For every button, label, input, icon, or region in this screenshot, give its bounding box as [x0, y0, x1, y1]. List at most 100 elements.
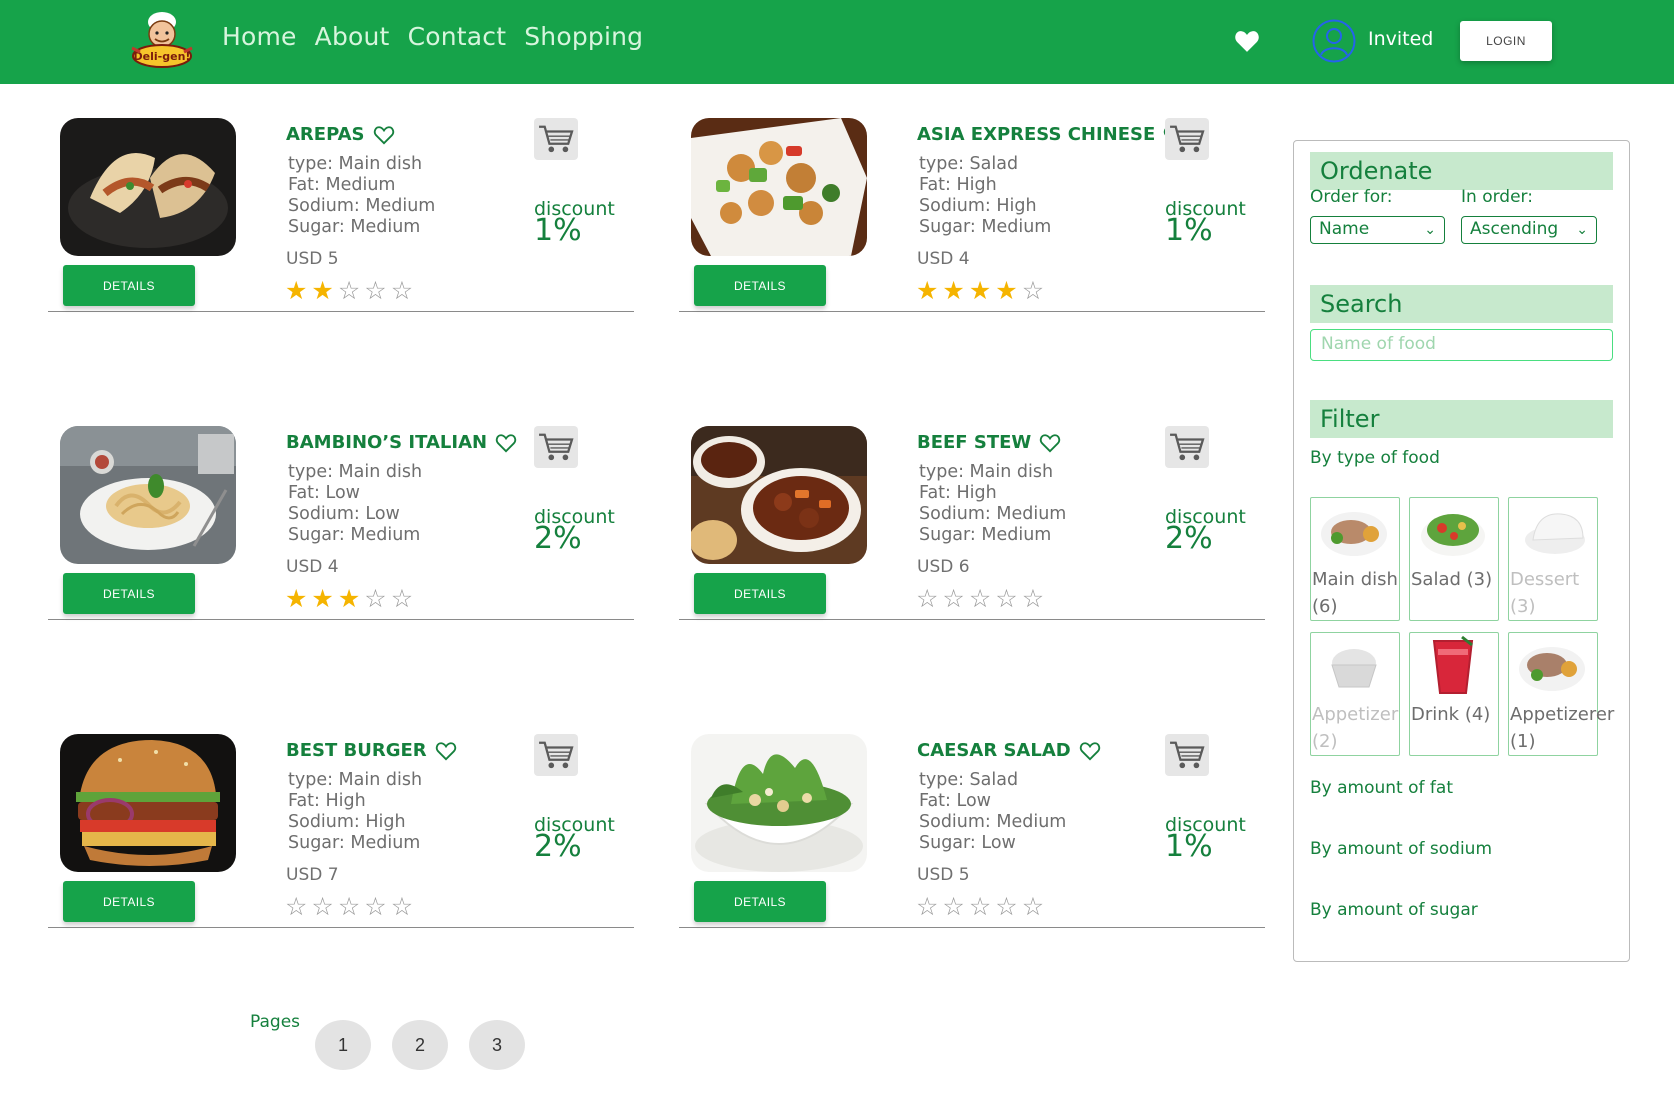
- star-empty-icon[interactable]: ☆: [1022, 278, 1044, 303]
- nav-shopping-link[interactable]: Shopping: [524, 22, 643, 51]
- product-name[interactable]: ASIA EXPRESS CHINESE: [917, 124, 1185, 145]
- product-image-caesar-salad[interactable]: [691, 734, 867, 872]
- product-image-arepas[interactable]: [60, 118, 236, 256]
- star-filled-icon[interactable]: ★: [995, 278, 1017, 303]
- filter-by-fat[interactable]: By amount of fat: [1310, 778, 1453, 798]
- star-empty-icon[interactable]: ☆: [338, 278, 360, 303]
- product-type: type: Main dish: [288, 770, 423, 790]
- star-empty-icon[interactable]: ☆: [364, 278, 386, 303]
- product-sugar: Sugar: Medium: [288, 525, 421, 545]
- product-name[interactable]: BEST BURGER: [286, 740, 457, 761]
- star-empty-icon[interactable]: ☆: [942, 894, 964, 919]
- product-image-asia-express-chinese[interactable]: [691, 118, 867, 256]
- star-empty-icon[interactable]: ☆: [942, 586, 964, 611]
- type-tile-drink[interactable]: Drink (4): [1409, 632, 1499, 756]
- product-fat: Fat: Medium: [288, 175, 396, 195]
- details-button[interactable]: DETAILS: [63, 573, 195, 614]
- food-search-input[interactable]: Name of food: [1310, 329, 1613, 361]
- add-to-cart-icon[interactable]: [1165, 734, 1209, 776]
- details-button[interactable]: DETAILS: [63, 881, 195, 922]
- deligen-logo[interactable]: Deli-gen!: [126, 8, 198, 74]
- favorite-heart-icon[interactable]: [1039, 433, 1061, 453]
- type-tile-appetizer[interactable]: Appetizer (2): [1310, 632, 1400, 756]
- star-filled-icon[interactable]: ★: [285, 278, 307, 303]
- product-name-text: AREPAS: [286, 124, 365, 145]
- star-filled-icon[interactable]: ★: [311, 586, 333, 611]
- star-empty-icon[interactable]: ☆: [364, 894, 386, 919]
- star-empty-icon[interactable]: ☆: [1022, 586, 1044, 611]
- details-button[interactable]: DETAILS: [694, 265, 826, 306]
- type-tile-main-dish[interactable]: Main dish (6): [1310, 497, 1400, 621]
- star-filled-icon[interactable]: ★: [969, 278, 991, 303]
- rating-stars[interactable]: ★ ★ ★ ☆ ☆: [285, 586, 413, 611]
- nav-about-link[interactable]: About: [315, 22, 390, 51]
- add-to-cart-icon[interactable]: [1165, 426, 1209, 468]
- star-empty-icon[interactable]: ☆: [916, 586, 938, 611]
- star-filled-icon[interactable]: ★: [311, 278, 333, 303]
- favorite-heart-icon[interactable]: [373, 125, 395, 145]
- details-button[interactable]: DETAILS: [63, 265, 195, 306]
- star-empty-icon[interactable]: ☆: [285, 894, 307, 919]
- product-image-beef-stew[interactable]: [691, 426, 867, 564]
- favorite-heart-icon[interactable]: [495, 433, 517, 453]
- filter-by-sugar[interactable]: By amount of sugar: [1310, 900, 1478, 920]
- rating-stars[interactable]: ☆ ☆ ☆ ☆ ☆: [285, 894, 413, 919]
- type-tile-dessert[interactable]: Dessert (3): [1508, 497, 1598, 621]
- page-button-1[interactable]: 1: [315, 1020, 371, 1070]
- details-button[interactable]: DETAILS: [694, 573, 826, 614]
- star-empty-icon[interactable]: ☆: [391, 586, 413, 611]
- type-tile-salad[interactable]: Salad (3): [1409, 497, 1499, 621]
- product-image-bambinos-italian[interactable]: [60, 426, 236, 564]
- star-empty-icon[interactable]: ☆: [364, 586, 386, 611]
- type-tile-appetizerer[interactable]: Appetizerer (1): [1508, 632, 1614, 756]
- user-avatar-icon[interactable]: [1312, 19, 1356, 63]
- filter-by-sodium[interactable]: By amount of sodium: [1310, 839, 1492, 859]
- star-empty-icon[interactable]: ☆: [1022, 894, 1044, 919]
- product-attributes: type: Salad Fat: Low Sodium: Medium Suga…: [919, 770, 1066, 854]
- nav-contact-link[interactable]: Contact: [408, 22, 507, 51]
- star-empty-icon[interactable]: ☆: [995, 894, 1017, 919]
- star-filled-icon[interactable]: ★: [916, 278, 938, 303]
- rating-stars[interactable]: ★ ★ ★ ★ ☆: [916, 278, 1044, 303]
- add-to-cart-icon[interactable]: [534, 734, 578, 776]
- star-filled-icon[interactable]: ★: [285, 586, 307, 611]
- star-empty-icon[interactable]: ☆: [995, 586, 1017, 611]
- star-filled-icon[interactable]: ★: [942, 278, 964, 303]
- product-name-text: BEST BURGER: [286, 740, 427, 761]
- order-for-select[interactable]: Name ⌄: [1310, 216, 1445, 244]
- product-name[interactable]: BEEF STEW: [917, 432, 1061, 453]
- product-name[interactable]: CAESAR SALAD: [917, 740, 1101, 761]
- product-card: DETAILS ASIA EXPRESS CHINESE type: Salad…: [679, 118, 1265, 312]
- product-price: USD 6: [917, 557, 970, 577]
- in-order-select[interactable]: Ascending ⌄: [1461, 216, 1597, 244]
- rating-stars[interactable]: ☆ ☆ ☆ ☆ ☆: [916, 586, 1044, 611]
- star-empty-icon[interactable]: ☆: [338, 894, 360, 919]
- favorite-heart-icon[interactable]: [1079, 741, 1101, 761]
- nav-home-link[interactable]: Home: [222, 22, 297, 51]
- product-image-best-burger[interactable]: [60, 734, 236, 872]
- login-button[interactable]: LOGIN: [1460, 21, 1552, 61]
- product-name[interactable]: BAMBINO’S ITALIAN: [286, 432, 517, 453]
- star-empty-icon[interactable]: ☆: [311, 894, 333, 919]
- star-empty-icon[interactable]: ☆: [969, 586, 991, 611]
- product-sodium: Sodium: Low: [288, 504, 400, 524]
- star-empty-icon[interactable]: ☆: [391, 278, 413, 303]
- favorites-heart-icon[interactable]: [1234, 29, 1260, 53]
- rating-stars[interactable]: ★ ★ ☆ ☆ ☆: [285, 278, 413, 303]
- favorite-heart-icon[interactable]: [435, 741, 457, 761]
- star-empty-icon[interactable]: ☆: [969, 894, 991, 919]
- add-to-cart-icon[interactable]: [1165, 118, 1209, 160]
- page-button-2[interactable]: 2: [392, 1020, 448, 1070]
- product-fat: Fat: High: [919, 175, 997, 195]
- add-to-cart-icon[interactable]: [534, 426, 578, 468]
- page-button-3[interactable]: 3: [469, 1020, 525, 1070]
- product-sodium: Sodium: Medium: [288, 196, 436, 216]
- product-attributes: type: Salad Fat: High Sodium: High Sugar…: [919, 154, 1051, 238]
- star-empty-icon[interactable]: ☆: [916, 894, 938, 919]
- product-name[interactable]: AREPAS: [286, 124, 395, 145]
- star-filled-icon[interactable]: ★: [338, 586, 360, 611]
- details-button[interactable]: DETAILS: [694, 881, 826, 922]
- star-empty-icon[interactable]: ☆: [391, 894, 413, 919]
- rating-stars[interactable]: ☆ ☆ ☆ ☆ ☆: [916, 894, 1044, 919]
- add-to-cart-icon[interactable]: [534, 118, 578, 160]
